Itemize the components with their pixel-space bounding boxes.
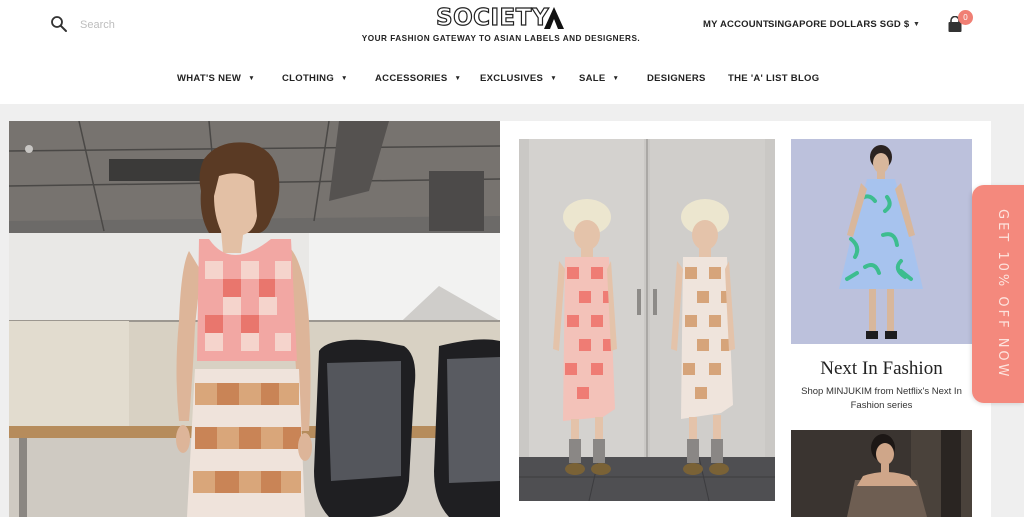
logo-a-mark-icon bbox=[543, 6, 565, 30]
chevron-down-icon[interactable]: ▼ bbox=[913, 21, 920, 28]
nav-item-whats-new[interactable]: WHAT'S NEW ▼ bbox=[177, 73, 255, 84]
search-icon[interactable] bbox=[50, 15, 68, 33]
caret-down-icon: ▼ bbox=[550, 75, 557, 82]
nav-item-clothing[interactable]: CLOTHING ▼ bbox=[282, 73, 348, 84]
discount-promo-tab[interactable]: GET 10% OFF NOW bbox=[972, 185, 1024, 403]
nav-item-a-list-blog[interactable]: THE 'A' LIST BLOG bbox=[728, 73, 819, 84]
product-photo-blue-dress[interactable] bbox=[791, 139, 972, 344]
main-nav: WHAT'S NEW ▼ CLOTHING ▼ ACCESSORIES ▼ EXCLU… bbox=[0, 73, 1024, 93]
caret-down-icon: ▼ bbox=[248, 75, 255, 82]
nav-item-label: ACCESSORIES bbox=[375, 73, 448, 84]
currency-selector[interactable]: SINGAPORE DOLLARS SGD $ bbox=[768, 19, 909, 30]
nav-item-label: SALE bbox=[579, 73, 606, 84]
nav-item-accessories[interactable]: ACCESSORIES ▼ bbox=[375, 73, 461, 84]
feature-title[interactable]: Next In Fashion bbox=[791, 358, 972, 380]
product-photo-dark-dress[interactable] bbox=[791, 430, 972, 517]
caret-down-icon: ▼ bbox=[341, 75, 348, 82]
nav-item-label: WHAT'S NEW bbox=[177, 73, 242, 84]
promo-tab-label: GET 10% OFF NOW bbox=[995, 208, 1010, 380]
nav-item-label: CLOTHING bbox=[282, 73, 335, 84]
my-account-link[interactable]: MY ACCOUNT bbox=[703, 19, 769, 30]
nav-item-label: THE 'A' LIST BLOG bbox=[728, 73, 820, 84]
nav-item-exclusives[interactable]: EXCLUSIVES ▼ bbox=[480, 73, 557, 84]
main-content: Next In Fashion Shop MINJUKIM from Netfl… bbox=[0, 104, 1024, 517]
caret-down-icon: ▼ bbox=[612, 75, 620, 82]
nav-item-label: DESIGNERS bbox=[647, 73, 706, 84]
site-header: SOCIETY YOUR FASHION GATEWAY TO ASIAN LA… bbox=[0, 0, 1024, 104]
feature-subtitle: Shop MINJUKIM from Netflix's Next In Fas… bbox=[801, 386, 962, 411]
nav-item-designers[interactable]: DESIGNERS bbox=[647, 73, 706, 84]
caret-down-icon: ▼ bbox=[454, 75, 462, 82]
search-input[interactable] bbox=[80, 15, 270, 35]
cart-count-badge: 0 bbox=[958, 10, 973, 25]
product-photo-twin-models[interactable] bbox=[519, 139, 775, 501]
site-tagline: YOUR FASHION GATEWAY TO ASIAN LABELS AND… bbox=[361, 34, 641, 43]
logo-wordmark: SOCIETY bbox=[435, 4, 550, 31]
hero-banner-image[interactable] bbox=[9, 121, 500, 517]
nav-item-label: EXCLUSIVES bbox=[480, 73, 544, 84]
site-logo[interactable]: SOCIETY bbox=[435, 4, 576, 32]
nav-item-sale[interactable]: SALE ▼ bbox=[579, 73, 619, 84]
